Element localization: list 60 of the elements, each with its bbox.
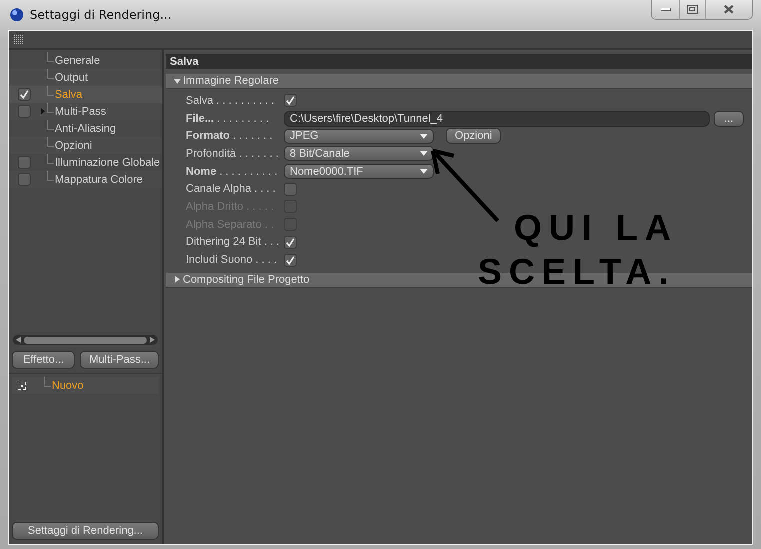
checkbox[interactable] <box>18 173 30 186</box>
horizontal-scrollbar[interactable] <box>13 335 158 345</box>
tree-item[interactable]: Opzioni <box>55 140 92 152</box>
checkmark-icon <box>20 90 28 99</box>
checkbox[interactable] <box>18 105 30 118</box>
tree-row[interactable]: Multi-Pass <box>9 103 162 120</box>
checkbox[interactable] <box>284 94 297 108</box>
field-label: Dithering 24 Bit . . . <box>186 236 280 248</box>
maximize-icon <box>687 5 698 14</box>
section-header[interactable]: Immagine Regolare <box>166 74 752 89</box>
app-logo-icon <box>10 8 24 22</box>
scroll-left-icon[interactable] <box>16 337 21 343</box>
tree-item[interactable]: Nuovo <box>52 380 84 392</box>
checkbox[interactable] <box>284 254 297 267</box>
scroll-right-icon[interactable] <box>150 337 155 343</box>
window-title: Settaggi di Rendering... <box>30 8 172 22</box>
tree-row[interactable]: Salva <box>9 86 162 103</box>
close-icon <box>724 5 734 14</box>
triangle-down-icon <box>174 78 181 84</box>
field-label: Canale Alpha . . . . <box>186 183 277 196</box>
add-button[interactable]: Effetto... <box>12 351 76 369</box>
field-label: Includi Suono . . . . <box>186 254 278 266</box>
field-label: Salva . . . . . . . . . . <box>186 94 276 107</box>
file-path-field[interactable]: C:\Users\fire\Desktop\Tunnel_4 <box>284 110 710 127</box>
minimize-icon <box>660 8 670 12</box>
panel-title: Salva <box>170 56 199 68</box>
tree-item[interactable]: Salva <box>55 88 83 100</box>
tree-row[interactable]: Output <box>9 69 162 86</box>
tree-item[interactable]: Mappatura Colore <box>55 174 144 186</box>
field-label: File... . . . . . . . . . <box>186 112 270 125</box>
tree-item[interactable]: Output <box>55 72 88 84</box>
add-button[interactable]: Multi-Pass... <box>80 351 159 369</box>
tree-row[interactable]: Mappatura Colore <box>9 171 162 188</box>
browse-button[interactable]: ... <box>714 110 744 127</box>
checkbox[interactable] <box>284 236 297 249</box>
checkbox[interactable] <box>18 156 30 169</box>
minimize-button[interactable] <box>652 0 680 19</box>
triangle-right-icon <box>174 276 181 284</box>
field-label: Formato . . . . . . . <box>186 130 274 142</box>
close-button[interactable] <box>706 0 752 19</box>
tree-item[interactable]: Illuminazione Globale <box>55 156 160 168</box>
checkbox[interactable] <box>284 182 297 196</box>
field-label: Profondità . . . . . . . <box>186 148 280 160</box>
dropdown[interactable]: JPEG <box>284 128 434 144</box>
dropdown[interactable]: 8 Bit/Canale <box>284 146 434 162</box>
tree-item[interactable]: Anti-Aliasing <box>55 122 116 134</box>
dropdown[interactable]: Nome0000.TIF <box>284 164 434 180</box>
tree-item[interactable]: Multi-Pass <box>55 106 106 118</box>
checkbox[interactable] <box>18 88 30 101</box>
render-settings-button[interactable]: Settaggi di Rendering... <box>12 522 159 540</box>
focus-frame-icon[interactable] <box>18 382 26 390</box>
field-label: Nome . . . . . . . . . . <box>186 166 279 178</box>
caret-icon <box>420 151 428 156</box>
caret-icon <box>420 169 428 174</box>
tree-row[interactable]: Opzioni <box>9 137 162 154</box>
options-button[interactable]: Opzioni <box>446 128 502 144</box>
maximize-button[interactable] <box>680 0 706 19</box>
tree-item[interactable]: Generale <box>55 54 100 66</box>
caret-icon <box>420 134 428 139</box>
checkmark-icon <box>286 96 295 106</box>
